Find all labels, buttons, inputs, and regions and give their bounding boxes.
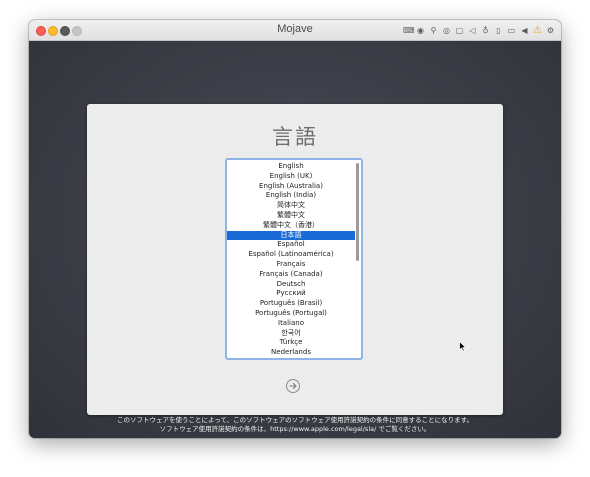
vm-window: Mojave ⌨ ◉ ⚲ ◎ ▢ ◁ ♁ ▯ ▭ ◀ ⚠ ⚙ 言語 Englis… — [29, 20, 561, 438]
warning-icon[interactable]: ⚠ — [533, 25, 542, 35]
language-list[interactable]: English English (UK) English (Australia) En… — [225, 158, 363, 360]
play-left-icon[interactable]: ◀ — [520, 26, 529, 35]
language-option[interactable]: Nederlands — [227, 348, 355, 358]
language-option[interactable]: 日本語 — [227, 230, 355, 241]
language-option[interactable]: Русский — [227, 289, 355, 299]
language-option[interactable]: 한국어 — [227, 329, 355, 339]
scrollbar-thumb[interactable] — [356, 163, 359, 261]
language-option[interactable]: Deutsch — [227, 280, 355, 290]
keyboard-icon[interactable]: ⌨ — [403, 26, 415, 35]
language-option[interactable]: Français — [227, 260, 355, 270]
network-icon[interactable]: ▢ — [455, 26, 464, 35]
microphone-icon[interactable]: ♁ — [481, 26, 490, 35]
language-option[interactable]: Español (Latinoamérica) — [227, 250, 355, 260]
license-line-2: ソフトウェア使用許諾契約の条件は、https://www.apple.com/l… — [159, 425, 431, 433]
settings-icon[interactable]: ⚙ — [546, 26, 555, 35]
scrollbar[interactable] — [355, 161, 360, 357]
language-option[interactable]: 繁體中文 — [227, 211, 355, 221]
license-line-1: このソフトウェアを使うことによって、このソフトウェアのソフトウェア使用許諾契約の… — [116, 416, 473, 424]
installer-background: 言語 English English (UK) English (Australia… — [29, 41, 561, 438]
language-option[interactable]: 简体中文 — [227, 201, 355, 211]
speaker-icon[interactable]: ◁ — [468, 26, 477, 35]
language-option[interactable]: English — [227, 162, 355, 172]
page-title: 言語 — [272, 125, 318, 149]
language-option[interactable]: Français (Canada) — [227, 270, 355, 280]
language-option[interactable]: Español — [227, 240, 355, 250]
language-panel: 言語 English English (UK) English (Australia… — [87, 104, 503, 415]
language-option[interactable]: English (UK) — [227, 172, 355, 182]
record-icon[interactable]: ◉ — [416, 26, 425, 35]
camera-icon[interactable]: ▭ — [507, 26, 516, 35]
language-option[interactable]: Português (Brasil) — [227, 299, 355, 309]
language-list-items: English English (UK) English (Australia) En… — [227, 162, 355, 358]
continue-button[interactable] — [286, 379, 300, 393]
language-option[interactable]: Italiano — [227, 319, 355, 329]
toolbar-icons: ⌨ ◉ ⚲ ◎ ▢ ◁ ♁ ▯ ▭ ◀ ⚠ ⚙ — [403, 23, 555, 37]
language-option[interactable]: Türkçe — [227, 338, 355, 348]
arrow-right-icon — [289, 382, 297, 390]
license-notice: このソフトウェアを使うことによって、このソフトウェアのソフトウェア使用許諾契約の… — [29, 416, 561, 434]
language-option[interactable]: English (Australia) — [227, 182, 355, 192]
language-option[interactable]: 繁體中文（香港） — [227, 221, 355, 231]
language-option[interactable]: English (India) — [227, 191, 355, 201]
usb-icon[interactable]: ⚲ — [429, 26, 438, 35]
disc-icon[interactable]: ◎ — [442, 26, 451, 35]
window-titlebar[interactable]: Mojave ⌨ ◉ ⚲ ◎ ▢ ◁ ♁ ▯ ▭ ◀ ⚠ ⚙ — [29, 20, 561, 41]
tablet-icon[interactable]: ▯ — [494, 26, 503, 35]
language-option[interactable]: Português (Portugal) — [227, 309, 355, 319]
mouse-cursor-icon — [459, 341, 467, 352]
